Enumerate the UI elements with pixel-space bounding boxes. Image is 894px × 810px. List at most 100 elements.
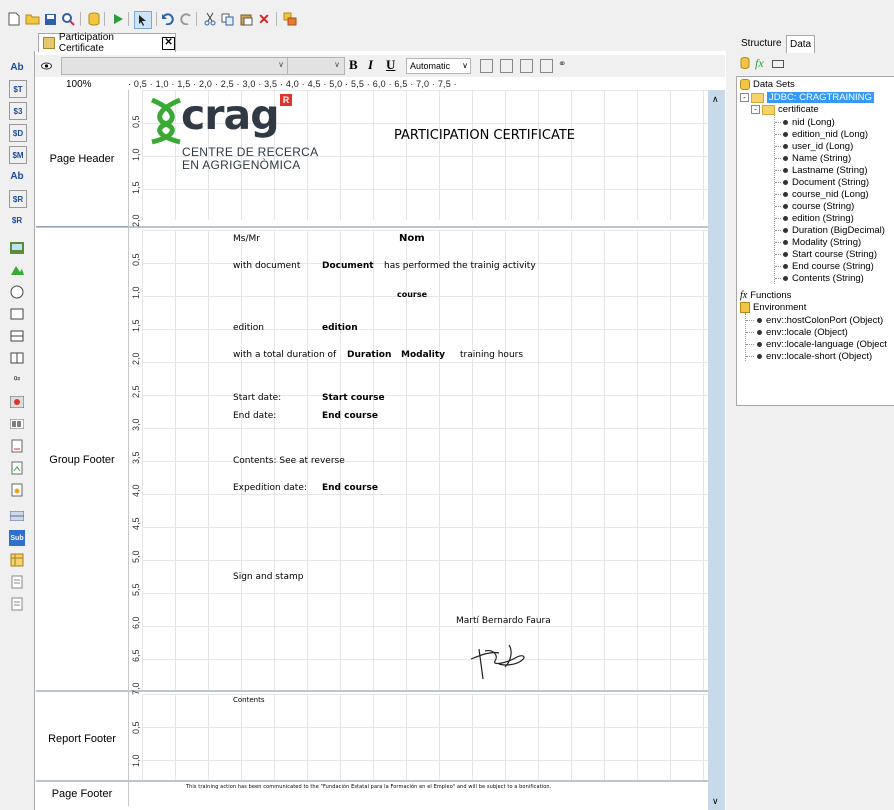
tree-column-item[interactable]: nid (Long) xyxy=(775,117,835,128)
color-select[interactable]: Automatic ∨ xyxy=(406,58,471,74)
tree-column-item[interactable]: course (String) xyxy=(775,201,854,212)
italic-button[interactable]: I xyxy=(368,57,373,73)
text-tool-icon[interactable] xyxy=(9,596,25,612)
tree-column-item[interactable]: Document (String) xyxy=(775,177,869,188)
tree-column-item[interactable]: End course (String) xyxy=(775,261,874,272)
new-icon[interactable] xyxy=(6,11,22,27)
scroll-down-icon[interactable]: ∨ xyxy=(712,796,719,807)
horizontal-line-tool-icon[interactable] xyxy=(9,328,25,344)
tree-column-item[interactable]: edition_nid (Long) xyxy=(775,129,868,140)
tree-column-item[interactable]: Duration (BigDecimal) xyxy=(775,225,885,236)
footer-note[interactable]: This training action has been communicat… xyxy=(186,784,551,790)
band-tool-icon[interactable] xyxy=(9,394,25,410)
content-tool-icon[interactable] xyxy=(9,460,25,476)
field-modality[interactable]: Modality xyxy=(401,350,445,360)
tab-participation-certificate[interactable]: Participation Certificate ✕ xyxy=(38,32,176,54)
tree-env-item[interactable]: env::locale-language (Object xyxy=(746,339,887,350)
label-with-document[interactable]: with document xyxy=(233,261,300,271)
open-icon[interactable] xyxy=(24,11,40,27)
underline-button[interactable]: U xyxy=(386,57,395,73)
label-contents-see[interactable]: Contents: See at reverse xyxy=(233,456,345,466)
align-center-icon[interactable] xyxy=(500,59,513,73)
label-training-hours[interactable]: training hours xyxy=(460,350,523,360)
band-label-report-footer[interactable]: Report Footer xyxy=(36,733,128,745)
label-tool-icon[interactable]: Ab xyxy=(9,59,25,75)
field-document[interactable]: Document xyxy=(322,261,374,271)
delete-icon[interactable]: ✕ xyxy=(256,11,272,27)
survey-tool-icon[interactable]: ⁰² xyxy=(9,372,25,388)
tree-column-item[interactable]: Start course (String) xyxy=(775,249,877,260)
label-has-performed[interactable]: has performed the trainig activity xyxy=(384,261,536,271)
field-nom[interactable]: Nom xyxy=(399,233,425,244)
collapse-icon[interactable]: - xyxy=(740,93,749,102)
align-justify-icon[interactable] xyxy=(540,59,553,73)
tree-env-item[interactable]: env::hostColonPort (Object) xyxy=(746,315,883,326)
tree-column-item[interactable]: course_nid (Long) xyxy=(775,189,869,200)
subreport-tool-icon[interactable]: Sub xyxy=(9,530,25,546)
database-icon[interactable] xyxy=(86,11,102,27)
tree-certificate[interactable]: - certificate xyxy=(751,104,819,115)
band-separator[interactable] xyxy=(36,780,708,782)
resource-label-tool-icon[interactable]: Ab xyxy=(9,168,25,184)
font-size-select[interactable]: ∨ xyxy=(287,57,345,75)
close-icon[interactable]: ✕ xyxy=(162,36,176,50)
label-edition[interactable]: edition xyxy=(233,323,264,333)
band-label-page-footer[interactable]: Page Footer xyxy=(36,788,128,800)
field-expedition-date[interactable]: End course xyxy=(322,483,378,493)
label-signer[interactable]: Martí Bernardo Faura xyxy=(456,616,551,626)
rectangle-tool-icon[interactable] xyxy=(9,306,25,322)
link-icon[interactable]: ⚭ xyxy=(558,59,566,70)
crosstab-tool-icon[interactable] xyxy=(9,552,25,568)
eye-icon[interactable] xyxy=(41,61,52,70)
signature-image[interactable] xyxy=(465,637,545,683)
run-icon[interactable] xyxy=(110,11,126,27)
dataset-icon[interactable] xyxy=(740,57,750,72)
tree-column-item[interactable]: Name (String) xyxy=(775,153,851,164)
tree-jdbc[interactable]: - JDBC: CRAGTRAINING xyxy=(740,92,874,103)
field-end-course[interactable]: End course xyxy=(322,411,378,421)
label-msmr[interactable]: Ms/Mr xyxy=(233,234,260,244)
vertical-line-tool-icon[interactable] xyxy=(9,350,25,366)
image-field-tool-icon[interactable] xyxy=(9,262,25,278)
undo-icon[interactable] xyxy=(160,11,176,27)
label-contents[interactable]: Contents xyxy=(233,696,265,704)
tree-column-item[interactable]: Contents (String) xyxy=(775,273,864,284)
date-field-tool-icon[interactable]: $D xyxy=(9,124,27,142)
function-icon[interactable]: fx xyxy=(755,56,764,71)
field-course[interactable]: course xyxy=(397,290,427,299)
label-start-date[interactable]: Start date: xyxy=(233,393,281,403)
cut-icon[interactable] xyxy=(202,11,218,27)
chart-tool-icon[interactable] xyxy=(9,438,25,454)
image-tool-icon[interactable] xyxy=(9,240,25,256)
text-field-tool-icon[interactable]: $T xyxy=(9,80,27,98)
scroll-up-icon[interactable]: ∧ xyxy=(712,94,719,105)
barcode-tool-icon[interactable] xyxy=(9,416,25,432)
tree-column-item[interactable]: Lastname (String) xyxy=(775,165,868,176)
font-family-select[interactable]: ∨ xyxy=(61,57,289,75)
sub-band-tool-icon[interactable] xyxy=(9,482,25,498)
tree-functions[interactable]: fx Functions xyxy=(740,290,791,301)
preview-icon[interactable] xyxy=(60,11,76,27)
label-total-duration[interactable]: with a total duration of xyxy=(233,350,336,360)
paste-icon[interactable] xyxy=(238,11,254,27)
bold-button[interactable]: B xyxy=(349,57,358,73)
tree-column-item[interactable]: edition (String) xyxy=(775,213,854,224)
redo-icon[interactable] xyxy=(178,11,194,27)
field-start-course[interactable]: Start course xyxy=(322,393,385,403)
field-duration[interactable]: Duration xyxy=(347,350,391,360)
message-field-tool-icon[interactable]: $M xyxy=(9,146,27,164)
number-field-tool-icon[interactable]: $3 xyxy=(9,102,27,120)
align-right-icon[interactable] xyxy=(520,59,533,73)
tree-env-item[interactable]: env::locale-short (Object) xyxy=(746,351,872,362)
align-left-icon[interactable] xyxy=(480,59,493,73)
save-icon[interactable] xyxy=(42,11,58,27)
tree-data-sets[interactable]: Data Sets xyxy=(740,79,795,90)
band-label-page-header[interactable]: Page Header xyxy=(36,153,128,165)
html-tool-icon[interactable] xyxy=(9,574,25,590)
field-edition[interactable]: edition xyxy=(322,323,358,333)
label-sign-stamp[interactable]: Sign and stamp xyxy=(233,572,304,582)
vertical-scrollbar[interactable]: ∧ ∨ xyxy=(708,90,725,810)
tab-data[interactable]: Data xyxy=(786,35,816,53)
select-icon[interactable] xyxy=(134,11,152,29)
separator-tool-icon[interactable] xyxy=(9,508,25,524)
